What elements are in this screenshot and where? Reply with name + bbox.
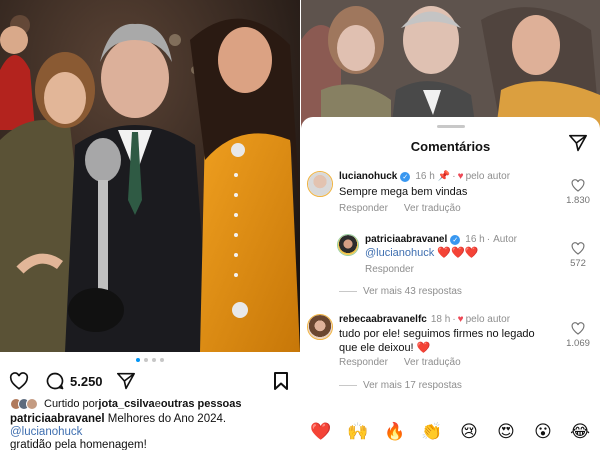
comment-item: lucianohuck ✓ 16 h 📌 · ♥ pelo autor Semp… bbox=[301, 171, 600, 231]
share-send-icon[interactable] bbox=[115, 370, 137, 392]
emoji-heart-eyes-button[interactable]: 😍 bbox=[492, 422, 520, 442]
bullet-separator: · bbox=[486, 234, 491, 245]
comment-like-heart-icon[interactable] bbox=[571, 322, 585, 335]
pin-icon: 📌 bbox=[437, 171, 451, 182]
carousel-dot bbox=[160, 358, 164, 362]
author-label: pelo autor bbox=[465, 171, 511, 182]
comment-like: 1.069 bbox=[566, 322, 590, 349]
author-label: pelo autor bbox=[465, 314, 511, 325]
comment-username[interactable]: patriciaabravanel bbox=[365, 234, 447, 245]
comment-header: lucianohuck ✓ 16 h 📌 · ♥ pelo autor bbox=[339, 171, 510, 182]
comment-like-count: 572 bbox=[570, 258, 586, 269]
reply-button[interactable]: Responder bbox=[339, 203, 388, 214]
reply-button[interactable]: Responder bbox=[339, 357, 388, 368]
avatar[interactable] bbox=[337, 234, 359, 256]
comments-sheet: Comentários lucianohuck ✓ 16 h 📌 · ♥ pel… bbox=[301, 117, 600, 450]
comment-like-heart-icon[interactable] bbox=[571, 242, 585, 255]
comment-actions: Responder Ver tradução bbox=[339, 357, 461, 368]
view-more-replies-label: Ver mais 17 respostas bbox=[363, 380, 462, 391]
comment-like: 1.830 bbox=[566, 179, 590, 206]
comment-time: 16 h bbox=[415, 171, 435, 182]
feed-post: 5.250 Curtido por jota_csilva e outras p… bbox=[0, 0, 300, 450]
comment-like: 572 bbox=[566, 242, 590, 269]
comment-bubble-icon[interactable] bbox=[44, 370, 66, 392]
comment-time: 16 h bbox=[465, 234, 485, 245]
like-heart-icon[interactable] bbox=[8, 370, 30, 392]
emoji-clap-button[interactable]: 👏 bbox=[418, 422, 446, 442]
comment-actions: Responder bbox=[365, 264, 414, 275]
liked-by-row[interactable]: Curtido por jota_csilva e outras pessoas bbox=[10, 398, 242, 410]
sheet-grabber-handle[interactable] bbox=[437, 125, 465, 128]
comment-time: 18 h bbox=[430, 314, 451, 325]
carousel-dot bbox=[152, 358, 156, 362]
sheet-title: Comentários bbox=[410, 139, 491, 154]
translate-button[interactable]: Ver tradução bbox=[404, 357, 461, 368]
avatar bbox=[26, 398, 38, 410]
comment-header: patriciaabravanel ✓ 16 h · Autor bbox=[365, 234, 517, 245]
post-caption: patriciaabravanel Melhores do Ano 2024. … bbox=[10, 413, 294, 450]
post-photo[interactable] bbox=[0, 0, 300, 352]
divider-line bbox=[339, 385, 357, 386]
author-label: Autor bbox=[493, 234, 517, 245]
comment-like-count: 1.830 bbox=[566, 195, 590, 206]
liked-by-others[interactable]: outras pessoas bbox=[161, 398, 242, 410]
comments-view: Comentários lucianohuck ✓ 16 h 📌 · ♥ pel… bbox=[301, 0, 600, 450]
comment-actions: Responder Ver tradução bbox=[339, 203, 461, 214]
comment-emoji-text: ❤️❤️❤️ bbox=[434, 247, 479, 259]
comment-text: Sempre mega bem vindas bbox=[339, 186, 468, 198]
liked-by-user[interactable]: jota_csilva bbox=[98, 398, 154, 410]
divider-line bbox=[339, 291, 357, 292]
avatar[interactable] bbox=[307, 171, 333, 197]
comment-item: rebecaabravanelfc 18 h · ♥ pelo autor tu… bbox=[301, 314, 600, 384]
carousel-dot bbox=[144, 358, 148, 362]
view-more-replies[interactable]: Ver mais 17 respostas bbox=[339, 380, 462, 391]
comment-mention[interactable]: @lucianohuck bbox=[365, 247, 434, 259]
comment-header: rebecaabravanelfc 18 h · ♥ pelo autor bbox=[339, 314, 510, 325]
comment-like-heart-icon[interactable] bbox=[571, 179, 585, 192]
liked-by-author-heart-icon: ♥ bbox=[457, 314, 464, 325]
liked-by-prefix: Curtido por bbox=[44, 398, 99, 410]
verified-badge-icon: ✓ bbox=[450, 234, 461, 245]
reply-button[interactable]: Responder bbox=[365, 264, 414, 275]
comment-username[interactable]: lucianohuck bbox=[339, 171, 397, 182]
liked-by-author-heart-icon: ♥ bbox=[457, 171, 464, 182]
view-more-replies-label: Ver mais 43 respostas bbox=[363, 286, 462, 297]
bullet-separator: · bbox=[452, 314, 456, 325]
comment-text: tudo por ele! seguimos firmes no legado … bbox=[339, 328, 535, 354]
caption-text-line2: gratidão pela homenagem! bbox=[10, 439, 147, 450]
carousel-indicator bbox=[0, 358, 300, 362]
carousel-dot bbox=[136, 358, 140, 362]
caption-username[interactable]: patriciaabravanel bbox=[10, 413, 105, 425]
emoji-crying-button[interactable]: 😢 bbox=[455, 422, 483, 442]
avatar[interactable] bbox=[307, 314, 333, 340]
translate-button[interactable]: Ver tradução bbox=[404, 203, 461, 214]
emoji-raised-hands-button[interactable]: 🙌 bbox=[344, 422, 372, 442]
comment-text: @lucianohuck ❤️❤️❤️ bbox=[365, 246, 545, 260]
bookmark-icon[interactable] bbox=[270, 370, 292, 392]
post-photo-dimmed bbox=[301, 0, 600, 130]
share-send-icon[interactable] bbox=[568, 134, 588, 154]
view-more-replies[interactable]: Ver mais 43 respostas bbox=[339, 286, 462, 297]
emoji-surprised-button[interactable]: 😮 bbox=[529, 422, 557, 442]
bullet-separator: · bbox=[452, 171, 456, 182]
comment-reply-item: patriciaabravanel ✓ 16 h · Autor @lucian… bbox=[301, 234, 600, 282]
caption-mention[interactable]: @lucianohuck bbox=[10, 426, 82, 438]
comment-username[interactable]: rebecaabravanelfc bbox=[339, 314, 427, 325]
comment-like-count: 1.069 bbox=[566, 338, 590, 349]
post-actions-bar: 5.250 bbox=[8, 370, 292, 392]
emoji-reaction-bar: ❤️ 🙌 🔥 👏 😢 😍 😮 😂 bbox=[307, 422, 594, 442]
emoji-laughing-button[interactable]: 😂 bbox=[566, 422, 594, 442]
caption-text: Melhores do Ano 2024. bbox=[104, 413, 227, 425]
verified-badge-icon: ✓ bbox=[400, 171, 411, 182]
emoji-heart-button[interactable]: ❤️ bbox=[307, 422, 335, 442]
like-count: 5.250 bbox=[70, 373, 103, 389]
liked-by-avatars bbox=[10, 398, 38, 410]
emoji-fire-button[interactable]: 🔥 bbox=[381, 422, 409, 442]
